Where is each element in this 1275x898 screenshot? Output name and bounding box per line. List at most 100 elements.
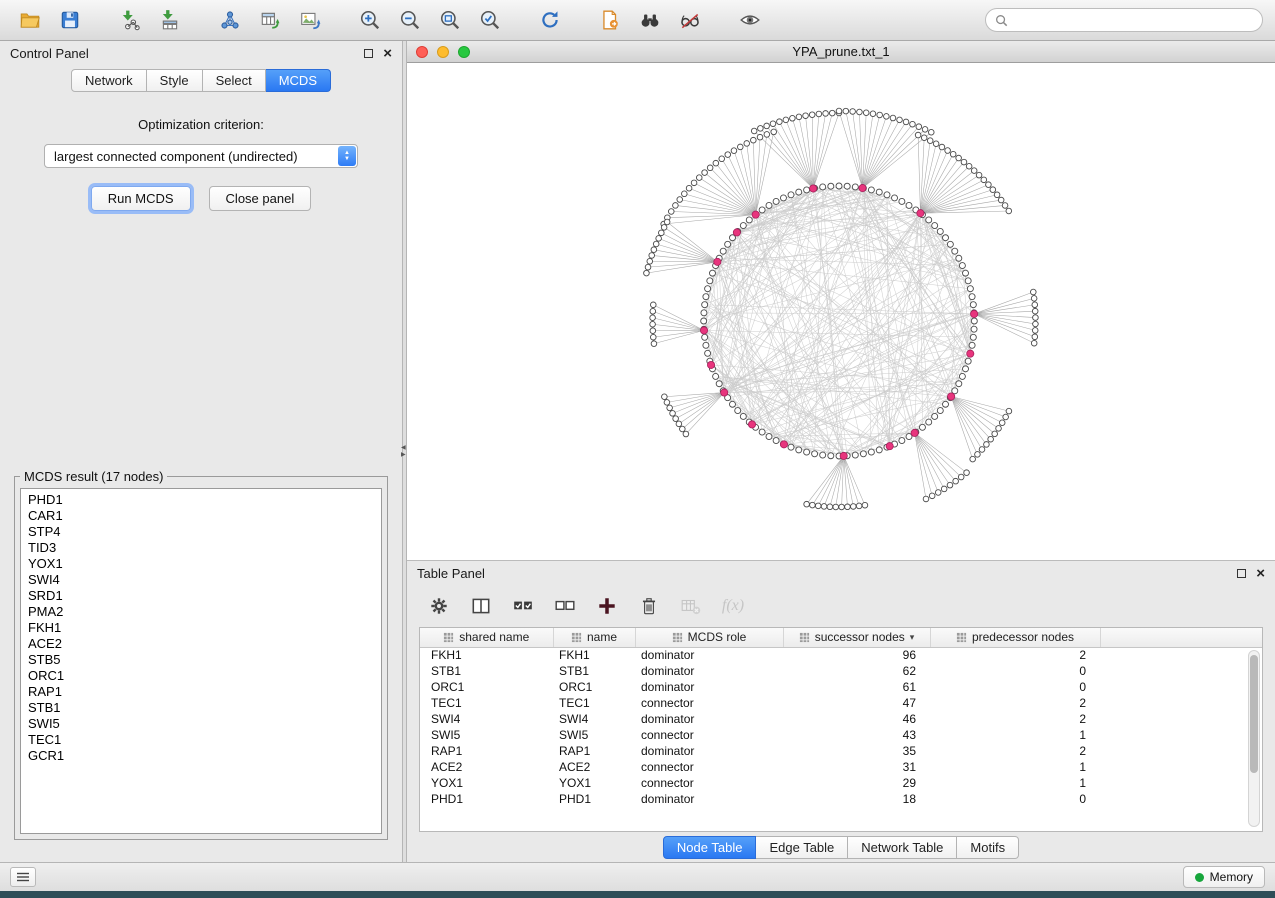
- table-gear-button[interactable]: [423, 591, 455, 621]
- delete-table-icon: [680, 595, 702, 617]
- export-image-button[interactable]: [292, 5, 328, 35]
- toggle-panel-button[interactable]: [465, 591, 497, 621]
- optimization-select[interactable]: largest connected component (undirected)…: [44, 144, 358, 168]
- table-row[interactable]: SWI5SWI5connector431: [420, 727, 1262, 743]
- column-header-successor-nodes[interactable]: successor nodes▾: [783, 628, 930, 647]
- select-stepper-icon: ▲▼: [338, 146, 356, 166]
- close-panel-icon[interactable]: ×: [383, 46, 392, 61]
- float-panel-icon[interactable]: [364, 49, 373, 58]
- mcds-result-group: MCDS result (17 nodes) PHD1CAR1STP4TID3Y…: [14, 469, 388, 840]
- table-row[interactable]: ACE2ACE2connector311: [420, 759, 1262, 775]
- mcds-result-item[interactable]: RAP1: [21, 684, 381, 700]
- table-scrollbar-thumb[interactable]: [1250, 655, 1258, 773]
- select-all-button[interactable]: [507, 591, 539, 621]
- save-button[interactable]: [52, 5, 88, 35]
- zoom-selected-button[interactable]: [472, 5, 508, 35]
- table-row[interactable]: ORC1ORC1dominator610: [420, 679, 1262, 695]
- search-input[interactable]: [1014, 13, 1253, 28]
- table-row[interactable]: TEC1TEC1connector472: [420, 695, 1262, 711]
- export-document-icon: [599, 9, 621, 31]
- search-network-button[interactable]: [632, 5, 668, 35]
- mcds-result-item[interactable]: TID3: [21, 540, 381, 556]
- mcds-result-item[interactable]: PHD1: [21, 492, 381, 508]
- network-graph[interactable]: [407, 63, 1275, 560]
- table-row[interactable]: PHD1PHD1dominator180: [420, 791, 1262, 807]
- zoom-in-button[interactable]: [352, 5, 388, 35]
- float-table-panel-icon[interactable]: [1237, 569, 1246, 578]
- table-header-row: shared namenameMCDS rolesuccessor nodes▾…: [420, 628, 1262, 647]
- run-mcds-button[interactable]: Run MCDS: [91, 186, 191, 211]
- save-icon: [59, 9, 81, 31]
- new-network-icon: [219, 9, 241, 31]
- table-scrollbar[interactable]: [1248, 650, 1260, 827]
- mcds-result-item[interactable]: SWI5: [21, 716, 381, 732]
- table-tab-motifs[interactable]: Motifs: [957, 836, 1019, 859]
- zoom-out-button[interactable]: [392, 5, 428, 35]
- table-tab-network-table[interactable]: Network Table: [848, 836, 957, 859]
- mcds-result-item[interactable]: STB5: [21, 652, 381, 668]
- mcds-result-item[interactable]: GCR1: [21, 748, 381, 764]
- tab-select[interactable]: Select: [203, 69, 266, 92]
- hide-details-button[interactable]: [672, 5, 708, 35]
- mcds-result-item[interactable]: STP4: [21, 524, 381, 540]
- mcds-result-item[interactable]: CAR1: [21, 508, 381, 524]
- column-header-shared-name[interactable]: shared name: [420, 628, 553, 647]
- optimization-criterion-label: Optimization criterion:: [0, 117, 402, 132]
- mcds-result-item[interactable]: ACE2: [21, 636, 381, 652]
- column-header-predecessor-nodes[interactable]: predecessor nodes: [930, 628, 1100, 647]
- column-header-MCDS-role[interactable]: MCDS role: [635, 628, 783, 647]
- mcds-result-item[interactable]: FKH1: [21, 620, 381, 636]
- splitter-arrows-icon[interactable]: ◀▶: [401, 445, 406, 459]
- table-row[interactable]: SWI4SWI4dominator462: [420, 711, 1262, 727]
- export-document-button[interactable]: [592, 5, 628, 35]
- column-header-filler: [1100, 628, 1262, 647]
- show-details-button[interactable]: [732, 5, 768, 35]
- close-panel-button[interactable]: Close panel: [209, 186, 312, 211]
- apply-layout-button[interactable]: [532, 5, 568, 35]
- delete-column-icon: [638, 595, 660, 617]
- import-table-icon: [159, 9, 181, 31]
- delete-column-button[interactable]: [633, 591, 665, 621]
- tab-style[interactable]: Style: [147, 69, 203, 92]
- memory-button[interactable]: Memory: [1183, 866, 1265, 888]
- table-row[interactable]: STB1STB1dominator620: [420, 663, 1262, 679]
- mcds-result-item[interactable]: PMA2: [21, 604, 381, 620]
- mcds-result-item[interactable]: SWI4: [21, 572, 381, 588]
- open-folder-button[interactable]: [12, 5, 48, 35]
- control-panel-title: Control Panel: [10, 46, 89, 61]
- table-tab-node-table[interactable]: Node Table: [663, 836, 757, 859]
- clone-network-button[interactable]: [252, 5, 288, 35]
- mcds-result-item[interactable]: YOX1: [21, 556, 381, 572]
- mcds-tab-body: Optimization criterion: largest connecte…: [0, 95, 402, 467]
- network-canvas[interactable]: [407, 63, 1275, 561]
- add-column-button[interactable]: [591, 591, 623, 621]
- import-network-icon: [119, 9, 141, 31]
- mcds-result-item[interactable]: TEC1: [21, 732, 381, 748]
- table-toolbar: f(x): [407, 585, 1275, 627]
- mcds-result-item[interactable]: SRD1: [21, 588, 381, 604]
- tab-mcds[interactable]: MCDS: [266, 69, 331, 92]
- table-tab-edge-table[interactable]: Edge Table: [756, 836, 848, 859]
- show-details-icon: [739, 9, 761, 31]
- table-tabs: Node TableEdge TableNetwork TableMotifs: [407, 832, 1275, 862]
- mcds-result-item[interactable]: STB1: [21, 700, 381, 716]
- column-header-name[interactable]: name: [553, 628, 635, 647]
- mcds-result-list[interactable]: PHD1CAR1STP4TID3YOX1SWI4SRD1PMA2FKH1ACE2…: [20, 488, 382, 834]
- deselect-all-button[interactable]: [549, 591, 581, 621]
- mcds-result-item[interactable]: ORC1: [21, 668, 381, 684]
- new-network-button[interactable]: [212, 5, 248, 35]
- search-box[interactable]: [985, 8, 1263, 32]
- table-row[interactable]: YOX1YOX1connector291: [420, 775, 1262, 791]
- table-row[interactable]: RAP1RAP1dominator352: [420, 743, 1262, 759]
- table-row[interactable]: FKH1FKH1dominator962: [420, 647, 1262, 663]
- import-network-button[interactable]: [112, 5, 148, 35]
- show-log-button[interactable]: [10, 867, 36, 887]
- search-network-icon: [639, 9, 661, 31]
- zoom-fit-button[interactable]: [432, 5, 468, 35]
- status-bar: Memory: [0, 862, 1275, 891]
- tab-network[interactable]: Network: [71, 69, 147, 92]
- right-column: YPA_prune.txt_1 Table Panel × f(x): [407, 41, 1275, 862]
- import-table-button[interactable]: [152, 5, 188, 35]
- table-panel-title: Table Panel: [417, 566, 485, 581]
- close-table-panel-icon[interactable]: ×: [1256, 566, 1265, 581]
